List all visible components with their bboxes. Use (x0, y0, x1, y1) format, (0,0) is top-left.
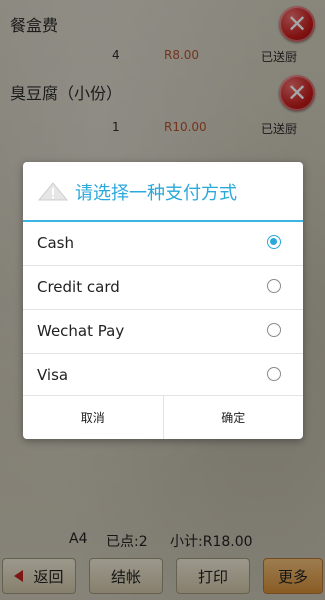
radio-button[interactable] (267, 323, 281, 337)
option-label: Cash (37, 234, 74, 252)
option-label: Credit card (37, 278, 120, 296)
dialog-header: 请选择一种支付方式 (23, 162, 303, 222)
radio-button[interactable] (267, 279, 281, 293)
payment-option-wechat-pay[interactable]: Wechat Pay (23, 310, 303, 354)
payment-method-dialog: 请选择一种支付方式 Cash Credit card Wechat Pay Vi… (23, 162, 303, 439)
dialog-title: 请选择一种支付方式 (75, 183, 237, 204)
option-label: Wechat Pay (37, 322, 125, 340)
dialog-buttons: 取消 确定 (23, 395, 303, 439)
payment-option-credit-card[interactable]: Credit card (23, 266, 303, 310)
option-label: Visa (37, 366, 69, 384)
radio-button[interactable] (267, 235, 281, 249)
payment-option-cash[interactable]: Cash (23, 222, 303, 266)
cancel-button[interactable]: 取消 (23, 396, 163, 439)
confirm-button[interactable]: 确定 (162, 396, 304, 439)
radio-button[interactable] (267, 367, 281, 381)
warning-icon (37, 182, 69, 201)
payment-option-visa[interactable]: Visa (23, 354, 303, 397)
